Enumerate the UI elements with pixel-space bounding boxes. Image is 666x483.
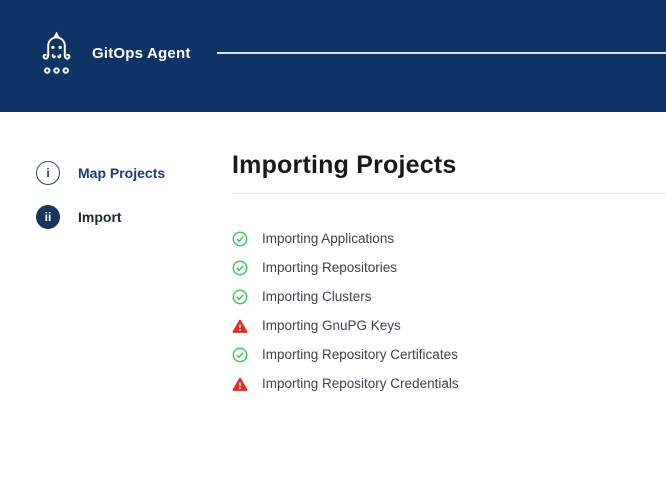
check-circle-icon xyxy=(232,231,248,247)
import-status-item: Importing Applications xyxy=(232,224,666,253)
import-item-label: Importing Clusters xyxy=(262,289,372,304)
import-status-item: Importing GnuPG Keys xyxy=(232,311,666,340)
import-status-list: Importing Applications Importing Reposit… xyxy=(232,224,666,398)
stepper-step[interactable]: ii Import xyxy=(36,205,165,229)
page-title: Importing Projects xyxy=(232,150,666,180)
app-title: GitOps Agent xyxy=(92,45,191,62)
app-header: GitOps Agent xyxy=(0,0,666,112)
import-item-label: Importing Repository Credentials xyxy=(262,376,459,391)
title-divider xyxy=(232,193,666,194)
step-label: Map Projects xyxy=(78,165,165,181)
import-status-item: Importing Repositories xyxy=(232,253,666,282)
import-item-label: Importing Repository Certificates xyxy=(262,347,458,362)
header-divider-line xyxy=(217,52,666,54)
import-item-label: Importing Repositories xyxy=(262,260,397,275)
check-circle-icon xyxy=(232,289,248,305)
step-label: Import xyxy=(78,209,122,225)
import-item-label: Importing Applications xyxy=(262,231,394,246)
wizard-stepper: i Map Projects ii Import xyxy=(36,161,165,229)
main-content: Importing Projects Importing Application… xyxy=(232,112,666,398)
gitops-import-wizard: GitOps Agent i Map Projects ii Import Im… xyxy=(0,0,666,483)
check-circle-icon xyxy=(232,260,248,276)
step-number-badge: i xyxy=(36,161,60,185)
import-status-item: Importing Clusters xyxy=(232,282,666,311)
import-status-item: Importing Repository Credentials xyxy=(232,369,666,398)
warning-triangle-icon xyxy=(232,376,248,392)
check-circle-icon xyxy=(232,347,248,363)
step-number-badge: ii xyxy=(36,205,60,229)
import-item-label: Importing GnuPG Keys xyxy=(262,318,401,333)
octopus-logo-icon xyxy=(38,30,75,76)
warning-triangle-icon xyxy=(232,318,248,334)
import-status-item: Importing Repository Certificates xyxy=(232,340,666,369)
stepper-step[interactable]: i Map Projects xyxy=(36,161,165,185)
